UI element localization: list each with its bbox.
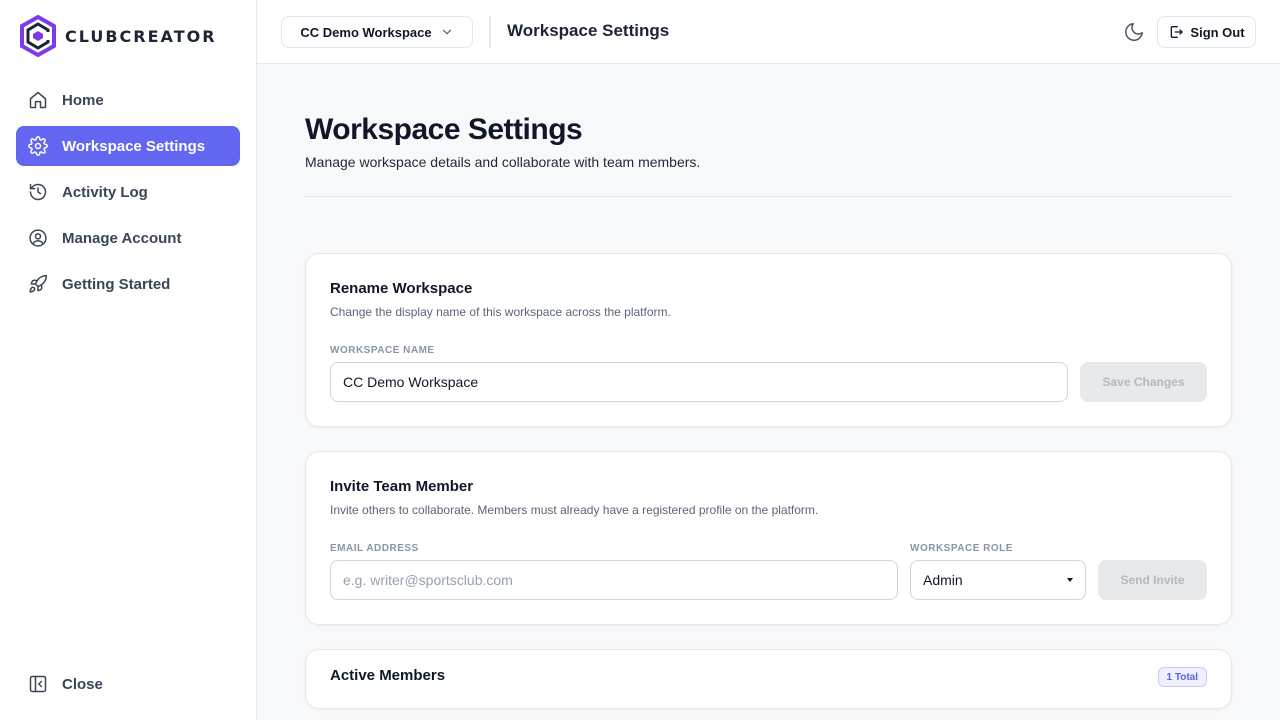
sign-out-button[interactable]: Sign Out	[1157, 16, 1256, 48]
sign-out-icon	[1171, 26, 1184, 38]
workspace-switcher-label: CC Demo Workspace	[300, 24, 432, 40]
close-label: Close	[62, 675, 103, 693]
workspace-name-input[interactable]	[330, 362, 1068, 402]
chevron-down-icon	[442, 29, 451, 35]
save-changes-button[interactable]: Save Changes	[1080, 362, 1207, 402]
sidebar-item-getting-started[interactable]: Getting Started	[16, 264, 240, 304]
gear-icon	[28, 136, 48, 156]
brand[interactable]: CLUBCREATOR	[19, 15, 217, 57]
sidebar-item-label: Workspace Settings	[62, 137, 206, 155]
topbar-title: Workspace Settings	[507, 21, 670, 40]
email-address-label: EMAIL ADDRESS	[330, 543, 419, 554]
user-circle-icon	[29, 229, 47, 247]
moon-icon[interactable]	[1123, 21, 1145, 43]
workspace-role-select[interactable]: Admin	[910, 560, 1086, 600]
sidebar-item-label: Activity Log	[62, 183, 148, 201]
card-title: Invite Team Member	[330, 478, 474, 495]
brand-name: CLUBCREATOR	[65, 26, 217, 46]
caret-down-icon	[1067, 578, 1073, 582]
invite-member-card: Invite Team Member Invite others to coll…	[305, 451, 1232, 625]
sidebar-item-label: Manage Account	[62, 229, 182, 247]
sidebar-collapse-icon	[29, 675, 47, 693]
workspace-role-label: WORKSPACE ROLE	[910, 543, 1013, 554]
sidebar-item-manage-account[interactable]: Manage Account	[16, 218, 240, 258]
sidebar-close-button[interactable]: Close	[16, 664, 240, 704]
sidebar: CLUBCREATOR Home Workspace Settings Acti…	[0, 0, 257, 720]
workspace-switcher[interactable]: CC Demo Workspace	[281, 16, 473, 48]
topbar-divider	[489, 16, 491, 48]
sidebar-item-home[interactable]: Home	[16, 80, 240, 120]
sidebar-item-label: Home	[62, 91, 104, 109]
email-input[interactable]	[330, 560, 898, 600]
page-subtitle: Manage workspace details and collaborate…	[305, 154, 701, 170]
workspace-role-value: Admin	[923, 572, 963, 588]
card-title: Rename Workspace	[330, 280, 473, 297]
send-invite-button[interactable]: Send Invite	[1098, 560, 1207, 600]
sidebar-item-activity-log[interactable]: Activity Log	[16, 172, 240, 212]
card-description: Invite others to collaborate. Members mu…	[330, 503, 819, 517]
page-divider	[305, 196, 1232, 197]
active-members-card: Active Members 1 Total	[305, 649, 1232, 709]
rocket-icon	[29, 274, 48, 293]
clubcreator-logo-icon	[20, 15, 56, 57]
sidebar-item-workspace-settings[interactable]: Workspace Settings	[16, 126, 240, 166]
rename-workspace-card: Rename Workspace Change the display name…	[305, 253, 1232, 427]
card-description: Change the display name of this workspac…	[330, 305, 671, 319]
history-icon	[29, 183, 47, 201]
card-title: Active Members	[330, 667, 446, 684]
sidebar-nav: Home Workspace Settings Activity Log Man…	[16, 80, 240, 310]
page-title: Workspace Settings	[305, 113, 583, 146]
sign-out-label: Sign Out	[1190, 24, 1245, 40]
workspace-name-label: WORKSPACE NAME	[330, 345, 435, 356]
sidebar-item-label: Getting Started	[62, 275, 171, 293]
topbar: CC Demo Workspace Workspace Settings Sig…	[257, 0, 1280, 64]
member-count-badge: 1 Total	[1157, 667, 1207, 687]
home-icon	[29, 91, 47, 109]
